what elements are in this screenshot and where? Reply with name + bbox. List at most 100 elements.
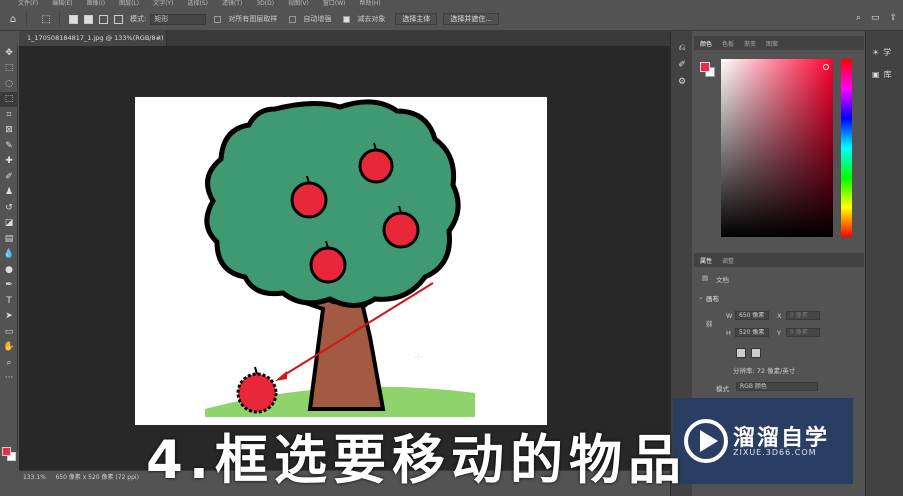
marquee-tool-icon[interactable]: ⬚ xyxy=(0,61,18,77)
brush-settings-icon[interactable]: ✐ xyxy=(671,56,693,73)
object-selection-tool-icon[interactable]: ⬚ xyxy=(39,12,53,26)
foreground-color-chip[interactable] xyxy=(700,62,710,72)
y-label: Y xyxy=(777,329,781,337)
tab-adjustments[interactable]: 调整 xyxy=(722,256,734,265)
subtract-from-selection-icon[interactable] xyxy=(99,14,108,24)
lasso-tool-icon[interactable]: ◌ xyxy=(0,76,18,92)
select-subject-button[interactable]: 选择主体 xyxy=(395,13,438,25)
library-label: 库 xyxy=(883,69,892,79)
gradient-tool-icon[interactable]: ▤ xyxy=(0,231,18,247)
document-canvas[interactable] xyxy=(135,97,547,425)
resolution-text: 分辨率: 72 像素/英寸 xyxy=(733,367,796,375)
dodge-tool-icon[interactable]: ● xyxy=(0,262,18,278)
color-field[interactable] xyxy=(721,59,833,237)
subtract-object-checkbox[interactable] xyxy=(343,15,351,23)
portrait-orientation-button[interactable] xyxy=(736,348,746,358)
color-picker-handle[interactable] xyxy=(823,64,829,70)
clone-stamp-tool-icon[interactable]: ♟ xyxy=(0,185,18,201)
document-tab-title: 1_170508184817_1.jpg @ 133%(RGB/8#) xyxy=(27,34,164,42)
sample-all-layers-checkbox[interactable] xyxy=(214,15,222,23)
top-right-icons: ⌕ ▭ ⇪ xyxy=(856,13,897,23)
blur-tool-icon[interactable]: 💧 xyxy=(0,247,18,263)
x-field[interactable]: 0 像素 xyxy=(786,311,820,320)
height-field[interactable]: 520 像素 xyxy=(735,328,769,337)
sample-all-layers-label: 对所有图层取样 xyxy=(228,15,278,23)
home-icon[interactable]: ⌂ xyxy=(6,12,20,26)
menu-help[interactable]: 帮助(H) xyxy=(360,0,381,8)
foreground-color-swatch[interactable] xyxy=(2,447,11,456)
menu-image[interactable]: 图像(I) xyxy=(87,0,105,8)
mode-label: 模式: xyxy=(130,15,147,23)
menu-select[interactable]: 选择(S) xyxy=(187,0,208,8)
crop-tool-icon[interactable]: ⌗ xyxy=(0,107,18,123)
brush-tool-icon[interactable]: ✐ xyxy=(0,169,18,185)
menu-type[interactable]: 文字(Y) xyxy=(153,0,173,8)
document-label: 文档 xyxy=(716,276,729,284)
menu-filter[interactable]: 滤镜(T) xyxy=(222,0,242,8)
apple-tree-illustration xyxy=(204,99,475,417)
type-tool-icon[interactable]: T xyxy=(0,293,18,309)
color-mode-select[interactable]: RGB 颜色 xyxy=(736,382,818,391)
watermark-logo: 溜溜自学 ZIXUE.3D66.COM xyxy=(673,398,853,484)
document-tab-bar: 1_170508184817_1.jpg @ 133%(RGB/8#) × xyxy=(19,31,670,46)
share-icon[interactable]: ⇪ xyxy=(889,13,897,23)
x-label: X xyxy=(777,312,782,320)
history-brush-tool-icon[interactable]: ↺ xyxy=(0,200,18,216)
eyedropper-tool-icon[interactable]: ✎ xyxy=(0,138,18,154)
move-tool-icon[interactable]: ✥ xyxy=(0,45,18,61)
play-circle-icon xyxy=(684,419,728,463)
mode-select[interactable]: 矩形 xyxy=(150,13,207,25)
menu-edit[interactable]: 编辑(E) xyxy=(52,0,72,8)
healing-brush-tool-icon[interactable]: ✚ xyxy=(0,154,18,170)
hue-slider[interactable] xyxy=(841,59,852,237)
menu-window[interactable]: 窗口(W) xyxy=(323,0,346,8)
width-field[interactable]: 650 像素 xyxy=(735,311,769,320)
add-to-selection-icon[interactable] xyxy=(84,14,93,24)
adjustments-icon[interactable]: ⚙ xyxy=(671,73,693,90)
workspace-icon[interactable]: ▭ xyxy=(871,13,880,23)
eraser-tool-icon[interactable]: ◪ xyxy=(0,216,18,232)
intersect-selection-icon[interactable] xyxy=(114,14,123,24)
canvas-area[interactable]: ✛ xyxy=(19,46,670,470)
zoom-tool-icon[interactable]: ⌕ xyxy=(0,355,18,371)
select-and-mask-button[interactable]: 选择并遮住... xyxy=(443,13,500,25)
libraries-panel-button[interactable]: ▣ 库 xyxy=(866,63,903,85)
close-icon[interactable]: × xyxy=(157,31,162,46)
pen-tool-icon[interactable]: ✒ xyxy=(0,278,18,294)
document-icon: ▤ xyxy=(702,274,709,282)
tab-swatches[interactable]: 色板 xyxy=(722,39,734,48)
learn-panel-button[interactable]: ☀ 学 xyxy=(866,41,903,63)
properties-panel-tabs: 属性 调整 xyxy=(694,253,864,267)
tab-properties[interactable]: 属性 xyxy=(700,256,712,265)
tab-color[interactable]: 颜色 xyxy=(700,39,712,48)
tab-patterns[interactable]: 图案 xyxy=(766,39,778,48)
tutorial-caption: 4.框选要移动的物品 xyxy=(146,430,688,491)
more-tools-icon[interactable]: ··· xyxy=(0,371,18,387)
lightbulb-icon: ☀ xyxy=(872,47,880,57)
auto-enhance-checkbox[interactable] xyxy=(289,15,297,23)
menu-layer[interactable]: 图层(L) xyxy=(119,0,139,8)
watermark-url: ZIXUE.3D66.COM xyxy=(733,448,817,457)
new-selection-icon[interactable] xyxy=(69,14,78,24)
divider xyxy=(59,12,60,26)
zoom-level[interactable]: 133.1% xyxy=(23,474,46,481)
link-icon[interactable]: ⛓ xyxy=(705,320,713,328)
path-selection-tool-icon[interactable]: ➤ xyxy=(0,309,18,325)
document-tab[interactable]: 1_170508184817_1.jpg @ 133%(RGB/8#) × xyxy=(19,31,167,46)
divider xyxy=(26,12,27,26)
tab-gradients[interactable]: 渐变 xyxy=(744,39,756,48)
y-field[interactable]: 0 像素 xyxy=(786,328,820,337)
frame-tool-icon[interactable]: ⊠ xyxy=(0,123,18,139)
menu-3d[interactable]: 3D(D) xyxy=(256,0,274,8)
rectangle-tool-icon[interactable]: ▭ xyxy=(0,324,18,340)
chevron-down-icon[interactable]: ⌄ xyxy=(698,293,703,301)
landscape-orientation-button[interactable] xyxy=(751,348,761,358)
mode-label: 模式 xyxy=(716,385,729,393)
history-icon[interactable]: ⎌ xyxy=(671,39,693,56)
menu-view[interactable]: 视图(V) xyxy=(288,0,309,8)
menu-file[interactable]: 文件(F) xyxy=(18,0,38,8)
object-selection-tool-icon[interactable]: ⬚ xyxy=(0,91,18,107)
hand-tool-icon[interactable]: ✋ xyxy=(0,340,18,356)
learn-label: 学 xyxy=(883,47,892,57)
search-icon[interactable]: ⌕ xyxy=(856,13,861,23)
